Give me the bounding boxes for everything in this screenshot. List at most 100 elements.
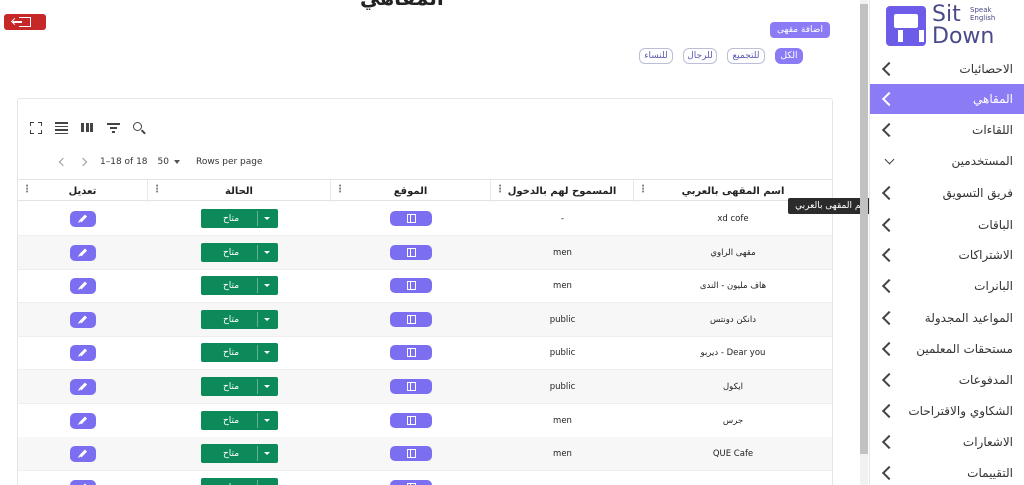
status-select[interactable]: متاح [201,343,278,362]
sidebar: Sit Speak English Down الاحصائيات المقاهي… [869,0,1024,485]
column-menu-icon[interactable] [638,184,648,196]
sidebar-item[interactable]: الاحصائيات [870,54,1024,84]
filter-women[interactable]: للنساء [639,48,673,64]
column-header-location[interactable]: الموقع [331,180,491,202]
column-menu-icon[interactable] [22,184,32,196]
column-header-status[interactable]: الحالة [148,180,331,202]
caret-down-icon [264,284,270,287]
pencil-icon [79,281,87,290]
page-scrollbar[interactable] [860,0,868,485]
cafe-name: QUE Cafe [712,448,754,459]
edit-button[interactable] [70,244,96,261]
cafe-name: هاف مليون - الندى [699,280,767,291]
sidebar-item[interactable]: الباقات [870,210,1024,240]
sidebar-item[interactable]: مستحقات المعلمين [870,334,1024,364]
filter-mixed[interactable]: للتجميع [727,48,765,64]
sidebar-item[interactable]: التقييمات [870,458,1024,485]
caret-down-icon [264,318,270,321]
location-button[interactable] [390,480,432,485]
previous-page-icon[interactable] [78,157,88,167]
location-button[interactable] [390,446,432,461]
edit-button[interactable] [70,210,96,227]
chevron-left-icon [881,465,897,481]
columns-icon[interactable] [81,122,95,134]
pencil-icon [79,248,87,257]
sidebar-item[interactable]: الاشعارات [870,427,1024,457]
sidebar-item[interactable]: البانرات [870,271,1024,301]
status-value: متاح [223,381,240,392]
fullscreen-icon[interactable] [30,122,44,134]
column-header-edit[interactable]: تعديل [18,180,148,202]
chevron-left-icon [881,61,897,77]
allowed-value: public [549,314,576,325]
sidebar-item[interactable]: المقاهي [870,84,1024,114]
column-header-allowed[interactable]: المسموح لهم بالدخول [491,180,634,202]
brand-logo: Sit Speak English Down [886,4,1024,50]
sidebar-item[interactable]: المدفوعات [870,365,1024,395]
search-icon[interactable] [133,122,147,135]
sidebar-item[interactable]: الشكاوي والاقتراحات [870,396,1024,426]
sidebar-item-label: اللقاءات [972,123,1013,137]
column-menu-icon[interactable] [152,184,162,196]
edit-button[interactable] [70,445,96,462]
edit-button[interactable] [70,479,96,485]
add-cafe-button[interactable]: اضافة مقهى [770,22,830,38]
status-value: متاح [223,247,240,258]
status-select[interactable]: متاح [201,478,278,485]
edit-button[interactable] [70,378,96,395]
status-select[interactable]: متاح [201,411,278,430]
allowed-value: men [553,280,572,291]
chevron-left-icon [881,310,897,326]
sidebar-item-label: المواعيد المجدولة [924,311,1013,325]
location-button[interactable] [390,345,432,360]
sidebar-item[interactable]: المستخدمين [870,146,1024,176]
status-select[interactable]: متاح [201,310,278,329]
location-button[interactable] [390,379,432,394]
location-button[interactable] [390,312,432,327]
sidebar-item[interactable]: المواعيد المجدولة [870,303,1024,333]
status-select[interactable]: متاح [201,243,278,262]
table-row: دانكن دونتس public متاح [18,303,832,337]
status-select[interactable]: متاح [201,444,278,463]
sidebar-item[interactable]: فريق التسويق [870,178,1024,208]
cafe-name: مقهى الراوي [710,247,756,258]
location-button[interactable] [390,245,432,260]
table-row: مقهى الراوي men متاح [18,236,832,270]
edit-button[interactable] [70,277,96,294]
map-icon [406,449,416,458]
status-value: متاح [223,314,240,325]
pagination: 1–18 of 18 50 Rows per page [50,155,263,169]
status-select[interactable]: متاح [201,209,278,228]
rows-per-page-select[interactable]: 50 [158,157,180,167]
status-select[interactable]: متاح [201,377,278,396]
map-icon [406,382,416,391]
logout-button[interactable] [4,14,46,30]
density-icon[interactable] [55,122,69,134]
next-page-icon[interactable] [56,157,66,167]
sidebar-item-label: الاحصائيات [959,62,1013,76]
cafe-name: xd cofe [717,213,749,224]
filter-men[interactable]: للرجال [683,48,717,64]
sidebar-item-label: المدفوعات [958,373,1013,387]
sidebar-item[interactable]: اللقاءات [870,115,1024,145]
chevron-left-icon [881,185,897,201]
sidebar-item-label: الاشعارات [962,435,1013,449]
filter-all[interactable]: الكل [775,48,803,64]
location-button[interactable] [390,413,432,428]
status-select[interactable]: متاح [201,276,278,295]
column-menu-icon[interactable] [495,184,505,196]
pencil-icon [79,449,87,458]
caret-down-icon [264,251,270,254]
edit-button[interactable] [70,344,96,361]
location-button[interactable] [390,211,432,226]
status-value: متاح [223,415,240,426]
edit-button[interactable] [70,311,96,328]
map-icon [406,248,416,257]
filter-icon[interactable] [107,122,121,134]
edit-button[interactable] [70,412,96,429]
cafe-name: ايكول [723,381,743,392]
location-button[interactable] [390,278,432,293]
column-menu-icon[interactable] [335,184,345,196]
sidebar-item[interactable]: الاشتراكات [870,240,1024,270]
scrollbar-thumb[interactable] [860,4,868,454]
